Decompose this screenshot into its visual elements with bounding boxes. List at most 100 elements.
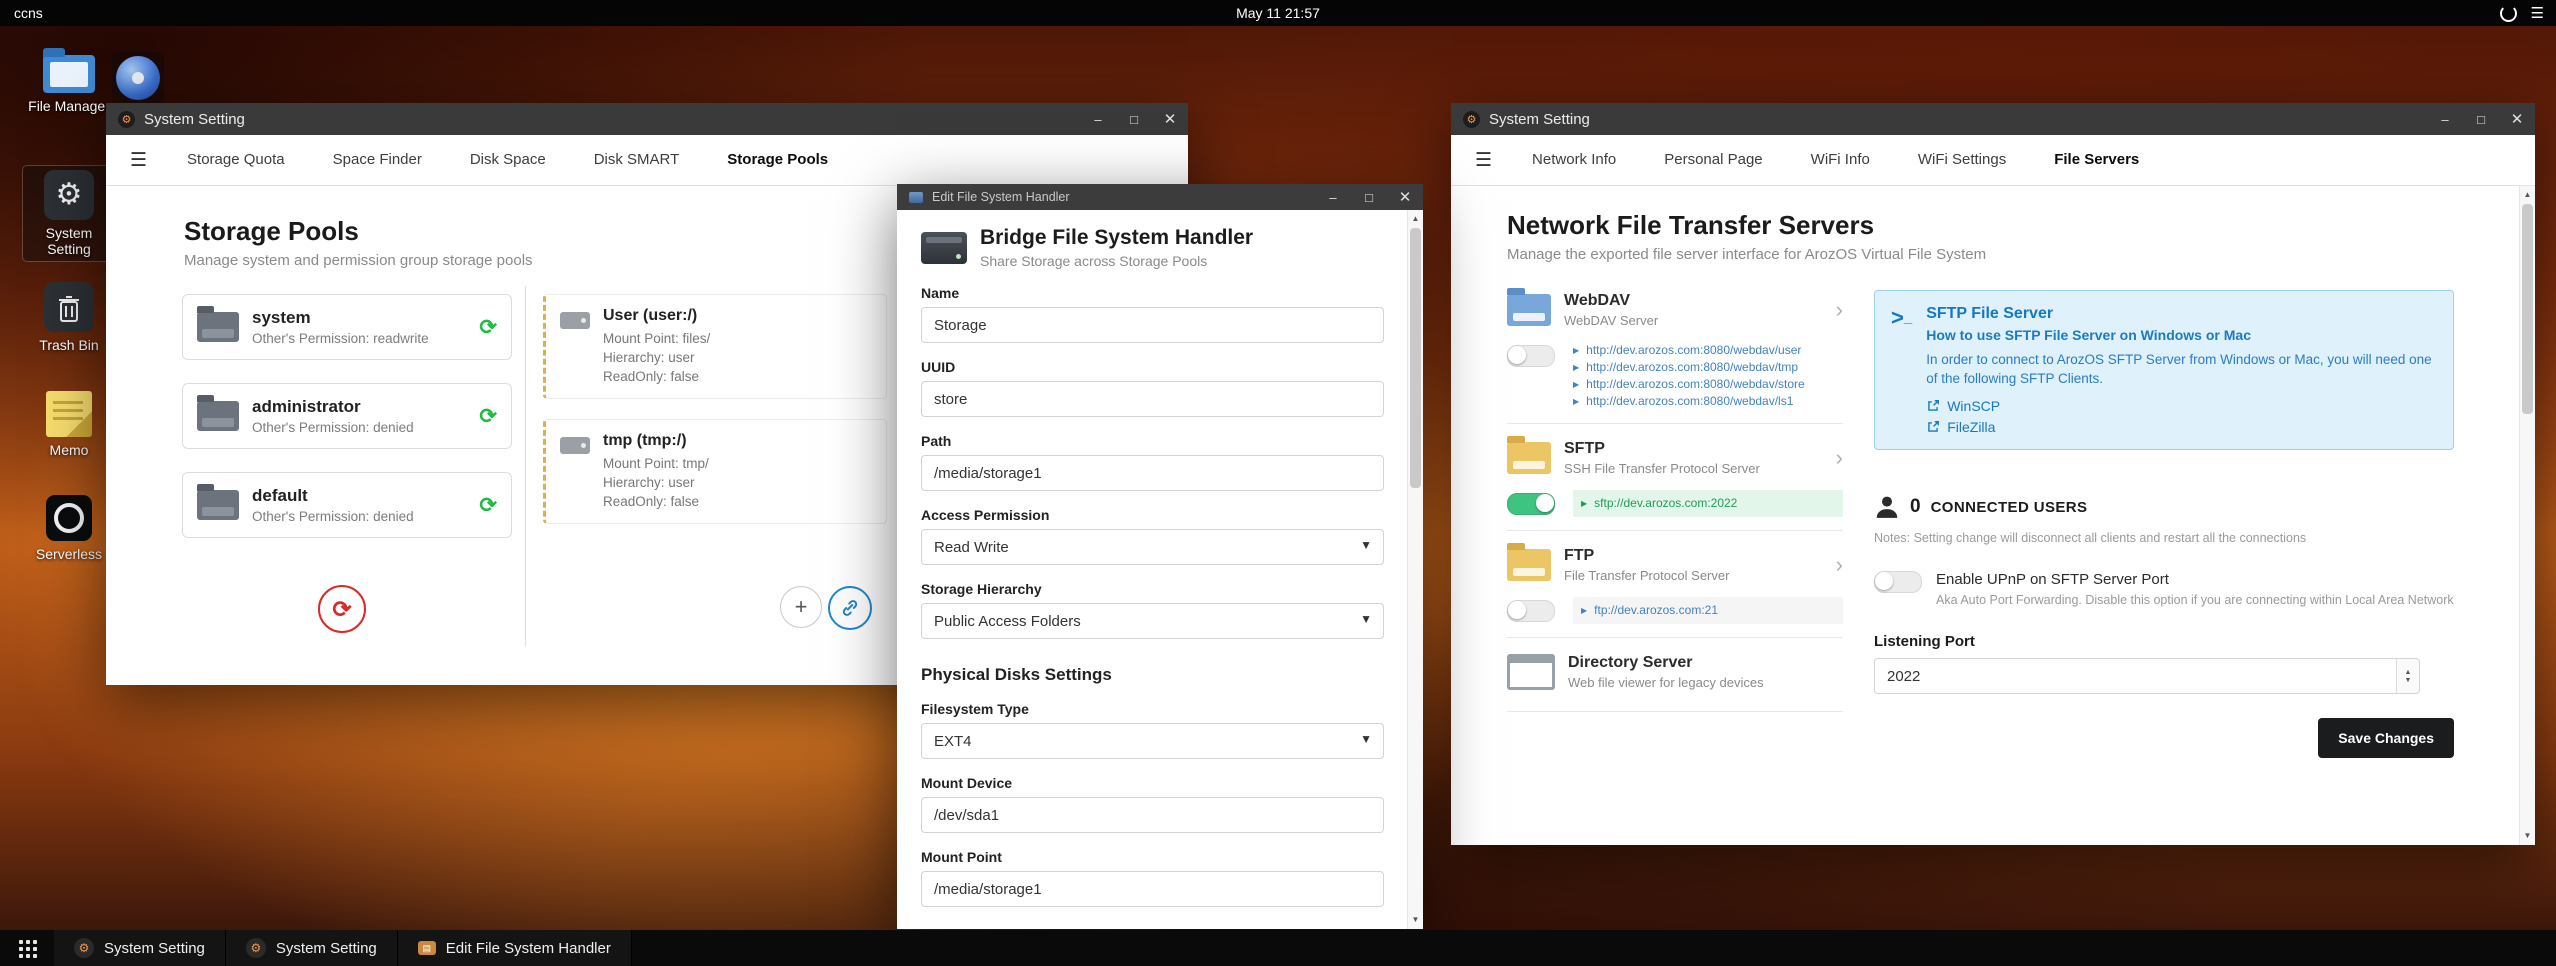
fsh-row-tmp[interactable]: tmp (tmp:/) Mount Point: tmp/ Hierarchy:…	[543, 419, 887, 524]
titlebar[interactable]: ⚙ System Setting – □ ✕	[1451, 103, 2535, 135]
scroll-down-icon[interactable]: ▼	[1408, 913, 1423, 927]
app-launcher-button[interactable]	[0, 930, 54, 966]
minimize-button[interactable]: –	[1080, 103, 1116, 135]
name-input[interactable]	[921, 307, 1384, 343]
setting-note: Notes: Setting change will disconnect al…	[1874, 531, 2307, 545]
number-spinner[interactable]: ▲ ▼	[2396, 659, 2419, 693]
upnp-toggle[interactable]	[1874, 571, 1922, 593]
desktop-icon-system-setting[interactable]: ⚙ System Setting	[22, 165, 116, 262]
scrollbar[interactable]: ▲ ▼	[1407, 210, 1423, 929]
mount-device-input[interactable]	[921, 797, 1384, 833]
tab-disk-space[interactable]: Disk Space	[446, 135, 570, 185]
tab-wifi-info[interactable]: WiFi Info	[1787, 135, 1894, 185]
sftp-toggle[interactable]	[1507, 493, 1555, 515]
server-row-ftp[interactable]: FTP File Transfer Protocol Server ›	[1507, 537, 1843, 591]
tab-storage-pools[interactable]: Storage Pools	[703, 135, 852, 185]
bullet-icon: ▶	[1573, 346, 1580, 355]
taskbar: ⚙ System Setting ⚙ System Setting ▤ Edit…	[0, 930, 2556, 966]
close-button[interactable]: ✕	[1152, 103, 1188, 135]
info-subtitle: How to use SFTP File Server on Windows o…	[1926, 327, 2251, 343]
storage-pool-row-administrator[interactable]: administrator Other's Permission: denied…	[182, 383, 512, 449]
maximize-button[interactable]: □	[1351, 184, 1387, 210]
webdav-link[interactable]: ▶ http://dev.arozos.com:8080/webdav/user	[1573, 342, 1843, 359]
storage-pool-row-default[interactable]: default Other's Permission: denied ⟳	[182, 472, 512, 538]
server-row-sftp[interactable]: SFTP SSH File Transfer Protocol Server ›	[1507, 430, 1843, 484]
desktop-icon-trash-bin[interactable]: Trash Bin	[23, 278, 115, 357]
taskbar-item-system-setting-1[interactable]: ⚙ System Setting	[54, 930, 226, 966]
uuid-input[interactable]	[921, 381, 1384, 417]
tab-network-info[interactable]: Network Info	[1508, 135, 1640, 185]
scrollbar[interactable]: ▲ ▼	[2519, 186, 2535, 845]
taskbar-item-edit-fsh[interactable]: ▤ Edit File System Handler	[397, 930, 632, 966]
server-row-directory[interactable]: Directory Server Web file viewer for leg…	[1507, 644, 1843, 698]
scroll-up-icon[interactable]: ▲	[2520, 188, 2535, 202]
scrollbar-thumb[interactable]	[1410, 228, 1421, 488]
scroll-down-icon[interactable]: ▼	[2520, 829, 2535, 843]
sync-status-icon[interactable]	[2499, 4, 2517, 22]
hamburger-icon[interactable]: ☰	[1475, 149, 1492, 172]
sync-pool-icon[interactable]: ⟳	[479, 404, 497, 429]
chevron-right-icon[interactable]: ›	[1836, 299, 1843, 321]
minimize-button[interactable]: –	[1315, 184, 1351, 210]
desktop-icon-serverless[interactable]: Serverless	[23, 488, 115, 566]
divider	[1507, 530, 1843, 531]
tab-storage-quota[interactable]: Storage Quota	[163, 135, 309, 185]
ftp-toggle[interactable]	[1507, 600, 1555, 622]
divider	[1507, 423, 1843, 424]
filezilla-link[interactable]: FileZilla	[1926, 419, 2437, 435]
close-button[interactable]: ✕	[2499, 103, 2535, 135]
add-fsh-button[interactable]: +	[780, 586, 822, 628]
tabbar: ☰ Network Info Personal Page WiFi Info W…	[1451, 135, 2535, 186]
fsh-row-user[interactable]: User (user:/) Mount Point: files/ Hierar…	[543, 294, 887, 399]
desktop-icon-memo[interactable]: Memo	[23, 384, 115, 462]
tab-wifi-settings[interactable]: WiFi Settings	[1894, 135, 2030, 185]
storage-hierarchy-select[interactable]	[921, 603, 1384, 639]
webdav-link[interactable]: ▶ http://dev.arozos.com:8080/webdav/ls1	[1573, 393, 1843, 410]
sync-pool-icon[interactable]: ⟳	[479, 493, 497, 518]
fsh-hierarchy: Hierarchy: user	[603, 475, 695, 490]
user-icon	[1876, 496, 1898, 518]
path-label: Path	[921, 433, 952, 449]
webdav-link[interactable]: ▶ http://dev.arozos.com:8080/webdav/store	[1573, 376, 1843, 393]
titlebar[interactable]: ⚙ System Setting – □ ✕	[106, 103, 1188, 135]
hamburger-icon[interactable]: ☰	[130, 149, 147, 172]
path-input[interactable]	[921, 455, 1384, 491]
access-permission-select[interactable]	[921, 529, 1384, 565]
mount-point-label: Mount Point	[921, 849, 1002, 865]
serverless-icon	[46, 495, 92, 541]
close-button[interactable]: ✕	[1387, 184, 1423, 210]
ftp-link[interactable]: ▶ ftp://dev.arozos.com:21	[1581, 602, 1835, 619]
chevron-right-icon[interactable]: ›	[1836, 554, 1843, 576]
tab-space-finder[interactable]: Space Finder	[309, 135, 446, 185]
tab-disk-smart[interactable]: Disk SMART	[570, 135, 704, 185]
winscp-link[interactable]: WinSCP	[1926, 398, 2437, 414]
tab-file-servers[interactable]: File Servers	[2030, 135, 2163, 185]
server-row-webdav[interactable]: WebDAV WebDAV Server ›	[1507, 282, 1843, 336]
sftp-link[interactable]: ▶ sftp://dev.arozos.com:2022	[1581, 495, 1835, 512]
storage-pool-row-system[interactable]: system Other's Permission: readwrite ⟳	[182, 294, 512, 360]
minimize-button[interactable]: –	[2427, 103, 2463, 135]
filesystem-type-select[interactable]	[921, 723, 1384, 759]
desktop-icon-disc[interactable]	[112, 52, 164, 104]
scroll-up-icon[interactable]: ▲	[1408, 212, 1423, 226]
webdav-toggle[interactable]	[1507, 345, 1555, 367]
bullet-icon: ▶	[1573, 380, 1580, 389]
scrollbar-thumb[interactable]	[2522, 204, 2533, 414]
tab-personal-page[interactable]: Personal Page	[1640, 135, 1786, 185]
maximize-button[interactable]: □	[2463, 103, 2499, 135]
chevron-right-icon[interactable]: ›	[1836, 447, 1843, 469]
mount-point-input[interactable]	[921, 871, 1384, 907]
edit-fsh-content: Bridge File System Handler Share Storage…	[897, 210, 1423, 929]
listening-port-input[interactable]	[1874, 658, 2420, 694]
desktop-icon-file-manager[interactable]: File Manager	[23, 42, 115, 118]
save-changes-button[interactable]: Save Changes	[2318, 718, 2454, 758]
bridge-fsh-button[interactable]	[828, 586, 872, 630]
taskbar-item-system-setting-2[interactable]: ⚙ System Setting	[225, 930, 398, 966]
refresh-pools-button[interactable]: ⟳	[318, 585, 366, 633]
menu-icon[interactable]: ☰	[2531, 4, 2544, 22]
maximize-button[interactable]: □	[1116, 103, 1152, 135]
sync-pool-icon[interactable]: ⟳	[479, 315, 497, 340]
webdav-link[interactable]: ▶ http://dev.arozos.com:8080/webdav/tmp	[1573, 359, 1843, 376]
server-name: WebDAV	[1564, 292, 1631, 309]
titlebar[interactable]: Edit File System Handler – □ ✕	[897, 184, 1423, 210]
